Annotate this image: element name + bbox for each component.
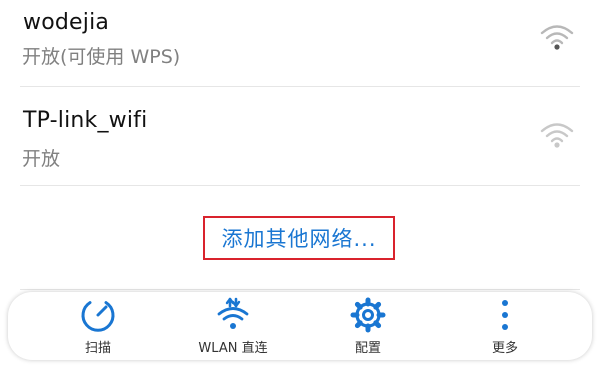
wlan-direct-button[interactable]: WLAN 直连 (163, 292, 303, 360)
more-button[interactable]: 更多 (435, 292, 575, 360)
network-status: 开放 (22, 148, 61, 170)
wifi-network-item[interactable]: wodejia 开放(可使用 WPS) (20, 0, 580, 87)
wifi-network-item[interactable]: TP-link_wifi 开放 (20, 87, 580, 186)
bottom-toolbar: 扫描 WLAN 直连 配置 更多 (8, 292, 592, 360)
network-ssid: wodejia (23, 10, 110, 35)
wifi-signal-icon (540, 123, 574, 148)
wlan-direct-label: WLAN 直连 (198, 341, 268, 356)
wlan-direct-icon (217, 297, 249, 329)
config-label: 配置 (354, 341, 381, 356)
scan-label: 扫描 (84, 341, 111, 356)
network-status: 开放(可使用 WPS) (22, 46, 181, 68)
scan-button[interactable]: 扫描 (28, 292, 168, 360)
more-vertical-icon (502, 300, 508, 330)
add-network-highlight: 添加其他网络... (203, 216, 395, 260)
network-ssid: TP-link_wifi (23, 108, 148, 133)
scan-icon (81, 301, 115, 332)
config-button[interactable]: 配置 (298, 292, 438, 360)
add-network-link[interactable]: 添加其他网络... (221, 223, 376, 253)
divider (20, 289, 580, 290)
more-label: 更多 (491, 341, 518, 356)
gear-icon (350, 297, 386, 333)
wifi-signal-icon (540, 25, 574, 50)
